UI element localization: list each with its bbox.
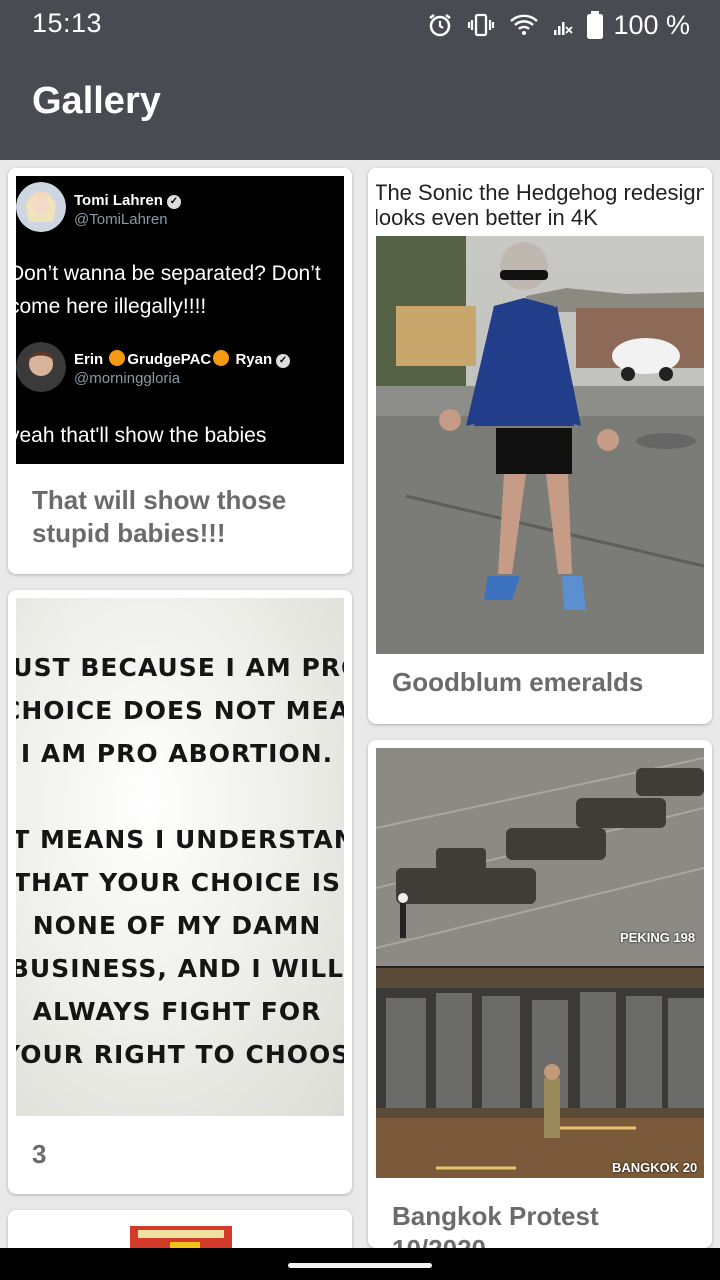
verified-icon: ✓ xyxy=(276,354,291,368)
tweet-text-line-2: come here illegally!!!! xyxy=(16,295,207,318)
photo-tank-man-and-riot-police xyxy=(376,748,704,1178)
app-title: Gallery xyxy=(32,80,161,122)
card-image-tweet[interactable]: Tomi Lahren ✓ @TomiLahren Don’t wanna be … xyxy=(16,176,344,464)
status-time: 15:13 xyxy=(32,8,103,38)
gallery-card-4[interactable]: PEKING 198 BANGKOK 20 Bangkok Protest 10… xyxy=(368,740,712,1248)
signal-icon xyxy=(553,14,574,36)
gallery-card-3[interactable]: JUST BECAUSE I AM PRO CHOICE DOES NOT ME… xyxy=(8,590,352,1194)
tweet-screenshot: Tomi Lahren ✓ @TomiLahren Don’t wanna be … xyxy=(16,176,344,464)
wifi-icon xyxy=(509,13,539,37)
pumpkin-icon xyxy=(213,350,230,366)
status-icons: 100 % xyxy=(427,8,690,42)
avatar xyxy=(16,182,66,232)
card-image-text-meme[interactable]: JUST BECAUSE I AM PRO CHOICE DOES NOT ME… xyxy=(16,598,344,1116)
meme-image-text: JUST BECAUSE I AM PRO CHOICE DOES NOT ME… xyxy=(16,653,344,1069)
card-image-meme[interactable]: The Sonic the Hedgehog redesign looks ev… xyxy=(376,176,704,654)
card-caption: Bangkok Protest 10/2020 xyxy=(392,1201,599,1248)
tweet-text-line-1: Don’t wanna be separated? Don’t xyxy=(16,262,321,285)
status-bar: 15:13 100 % xyxy=(0,0,720,52)
reply-text: yeah that'll show the babies xyxy=(16,424,267,447)
card-caption: 3 xyxy=(32,1139,47,1169)
meme-caption-text: The Sonic the Hedgehog redesign looks ev… xyxy=(376,180,704,230)
avatar xyxy=(16,342,66,392)
card-caption: Goodblum emeralds xyxy=(392,667,644,697)
tweet-author-handle: @TomiLahren xyxy=(74,211,168,228)
pumpkin-icon xyxy=(109,350,126,366)
gallery-card-1[interactable]: Tomi Lahren ✓ @TomiLahren Don’t wanna be … xyxy=(8,168,352,574)
photo-man-running xyxy=(376,236,704,654)
card-image-protest[interactable]: PEKING 198 BANGKOK 20 xyxy=(376,748,704,1178)
app-bar: Gallery xyxy=(0,52,720,160)
battery-icon xyxy=(587,11,604,39)
gallery-card-2[interactable]: The Sonic the Hedgehog redesign looks ev… xyxy=(368,168,712,724)
home-gesture-handle[interactable] xyxy=(288,1263,432,1268)
reply-author-name: Erin GrudgePAC Ryan ✓ xyxy=(74,350,291,368)
tweet-author-name: Tomi Lahren ✓ xyxy=(74,192,181,209)
navigation-bar xyxy=(0,1248,720,1280)
image-label-top: PEKING 198 xyxy=(620,930,696,945)
verified-icon: ✓ xyxy=(166,195,181,209)
battery-percent: 100 % xyxy=(613,9,690,40)
vibrate-icon xyxy=(467,13,495,37)
image-label-bottom: BANGKOK 20 xyxy=(612,1160,698,1175)
card-caption: That will show those stupid babies!!! xyxy=(32,485,287,548)
reply-author-handle: @morninggloria xyxy=(74,370,181,387)
alarm-icon xyxy=(427,12,453,38)
